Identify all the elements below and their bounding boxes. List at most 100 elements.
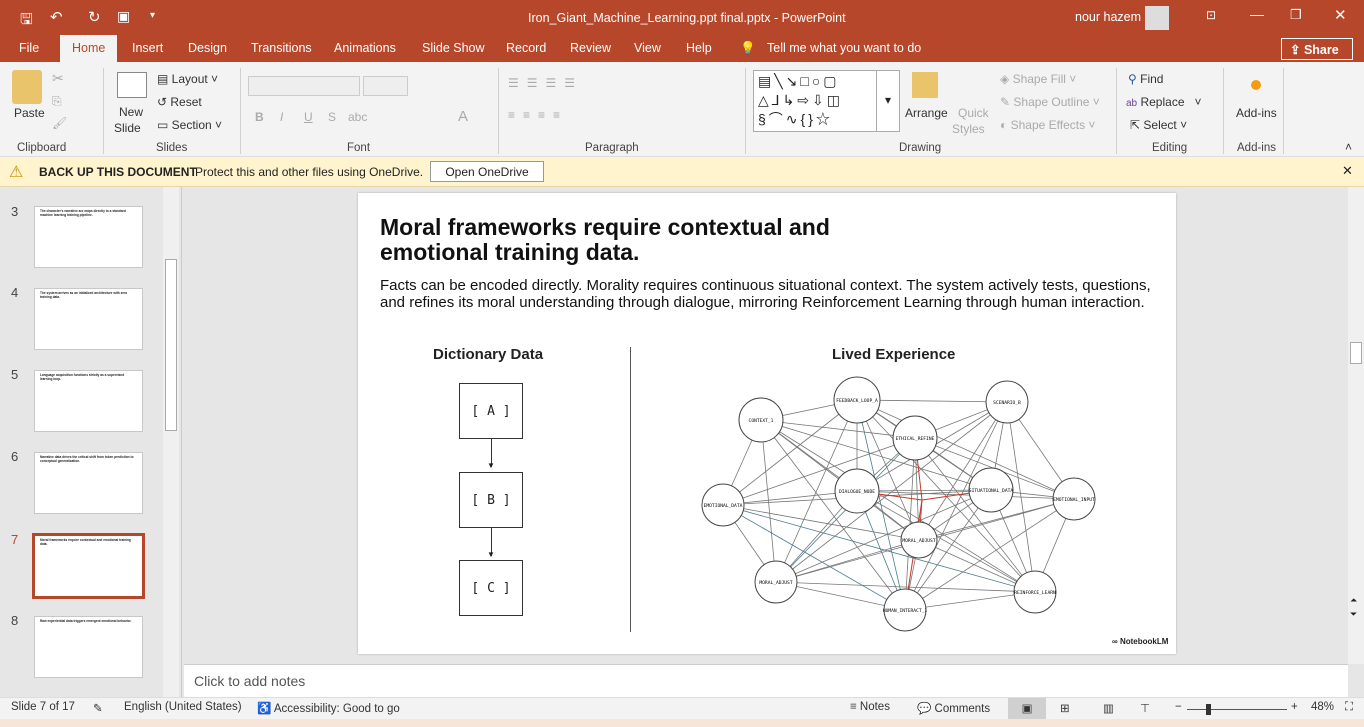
add-ins-button[interactable]: Add-ins xyxy=(1236,106,1277,120)
shape-outline-button[interactable]: ✎ Shape Outline ˅ xyxy=(1000,95,1100,109)
arrange-button[interactable]: Arrange xyxy=(905,106,948,120)
normal-view-icon[interactable]: ▣ xyxy=(1008,698,1046,720)
tab-transitions[interactable]: Transitions xyxy=(251,41,312,55)
cut-icon[interactable]: ✂ xyxy=(52,70,64,87)
accessibility-button[interactable]: ♿ Accessibility: Good to go xyxy=(257,701,400,715)
quick-styles-button[interactable]: Quick xyxy=(958,106,989,120)
ribbon-display-icon[interactable]: ⊡ xyxy=(1206,8,1216,22)
user-name[interactable]: nour hazem xyxy=(1075,10,1141,24)
shadow-icon[interactable]: S xyxy=(328,110,336,124)
group-clipboard: Clipboard xyxy=(17,142,67,154)
zoom-out-button[interactable]: − xyxy=(1175,701,1182,713)
bold-icon[interactable]: B xyxy=(255,110,264,124)
list-icons[interactable]: ☰☰☰☰ xyxy=(508,76,583,90)
graph-node-label: SCENARIO_B xyxy=(993,400,1021,406)
tab-animations[interactable]: Animations xyxy=(334,41,396,55)
save-icon[interactable]: 🖫 xyxy=(20,9,33,34)
scroll-thumb[interactable] xyxy=(165,259,177,431)
strikethrough-icon[interactable]: abc xyxy=(348,110,367,124)
tab-design[interactable]: Design xyxy=(188,41,227,55)
avatar[interactable] xyxy=(1145,6,1169,30)
tab-file[interactable]: File xyxy=(19,41,39,55)
slide-show-icon[interactable]: ⊤ xyxy=(1140,701,1150,715)
spell-check-icon[interactable]: ✎ xyxy=(93,701,103,715)
zoom-slider[interactable] xyxy=(1187,704,1287,715)
notebooklm-logo: ∞ NotebookLM xyxy=(1112,637,1169,646)
prev-slide-icon[interactable]: ⏶ xyxy=(1350,595,1357,606)
select-button[interactable]: ⇱ Select ˅ xyxy=(1130,118,1187,132)
arrange-icon[interactable] xyxy=(912,72,938,98)
font-name-input[interactable] xyxy=(248,76,360,96)
thumbnail-slide-8[interactable]: Raw experiential data triggers emergent … xyxy=(34,616,143,678)
undo-icon[interactable]: ↶ xyxy=(50,8,63,26)
tell-me-search[interactable]: Tell me what you want to do xyxy=(767,41,921,55)
slide-canvas[interactable]: Moral frameworks require contextual and … xyxy=(358,193,1176,654)
slide-sorter-icon[interactable]: ⊞ xyxy=(1060,701,1070,715)
paste-button[interactable]: Paste xyxy=(14,106,45,120)
close-icon[interactable]: ✕ xyxy=(1334,6,1347,24)
thumbnails-scrollbar[interactable] xyxy=(163,187,179,697)
maximize-icon[interactable]: ❐ xyxy=(1290,7,1302,23)
thumbnail-slide-7-selected[interactable]: Moral frameworks require contextual and … xyxy=(32,533,145,599)
lightbulb-icon: 💡 xyxy=(740,41,756,55)
paste-icon[interactable] xyxy=(12,70,42,104)
shape-effects-button[interactable]: ◐ Shape Effects ˅ xyxy=(1000,118,1095,132)
new-slide-label[interactable]: Slide xyxy=(114,121,141,135)
italic-icon[interactable]: I xyxy=(280,110,283,124)
copy-icon[interactable]: ⎘ xyxy=(52,94,62,109)
notes-input[interactable]: Click to add notes xyxy=(184,664,1348,697)
tab-slide-show[interactable]: Slide Show xyxy=(422,41,485,55)
thumbnail-slide-4[interactable]: The system arrives as an initialized arc… xyxy=(34,288,143,350)
gallery-more-icon[interactable]: ▾ xyxy=(876,70,900,132)
font-size-input[interactable] xyxy=(363,76,408,96)
new-slide-icon[interactable] xyxy=(117,72,147,98)
underline-icon[interactable]: U xyxy=(304,110,313,124)
shape-fill-button[interactable]: ◈ Shape Fill ˅ xyxy=(1000,72,1076,86)
redo-icon[interactable]: ↻ xyxy=(88,8,101,26)
section-button[interactable]: ▭ Section ˅ xyxy=(157,118,222,132)
graph-edge xyxy=(856,399,1075,500)
zoom-slider-thumb[interactable] xyxy=(1206,704,1212,715)
thumbnail-slide-6[interactable]: Narrative data drives the critical shift… xyxy=(34,452,143,514)
thumbnail-slide-3[interactable]: The character's narrative arc maps direc… xyxy=(34,206,143,268)
tab-help[interactable]: Help xyxy=(686,41,712,55)
add-ins-icon[interactable] xyxy=(1251,80,1261,90)
align-icons[interactable]: ≡≡≡≡ xyxy=(508,108,568,122)
tab-view[interactable]: View xyxy=(634,41,661,55)
close-message-icon[interactable]: ✕ xyxy=(1342,163,1353,179)
format-painter-icon[interactable]: 🖌 xyxy=(52,116,67,130)
slide-thumbnails-pane: 3 The character's narrative arc maps dir… xyxy=(0,187,182,697)
next-slide-icon[interactable]: ⏷ xyxy=(1350,609,1357,620)
taskbar-strip xyxy=(0,719,1364,727)
reading-view-icon[interactable]: ▥ xyxy=(1103,701,1114,715)
minimize-icon[interactable]: — xyxy=(1250,6,1264,22)
message-bar: ⚠ BACK UP THIS DOCUMENT Protect this and… xyxy=(0,157,1364,187)
network-graph: CONTEXT_1 FEEDBACK_LOOP_A SCENARIO_B ETHICA… xyxy=(701,376,1096,632)
zoom-in-button[interactable]: + xyxy=(1291,701,1298,713)
find-button[interactable]: ⚲ Find xyxy=(1128,72,1163,86)
present-icon[interactable]: ▣ xyxy=(117,8,130,25)
message-title: BACK UP THIS DOCUMENT xyxy=(39,165,197,179)
scroll-thumb[interactable] xyxy=(1350,342,1362,364)
open-onedrive-button[interactable]: Open OneDrive xyxy=(430,161,544,182)
replace-button[interactable]: ab Replace ˅ xyxy=(1126,95,1202,109)
editor-scrollbar[interactable]: ⏶ ⏷ xyxy=(1348,187,1364,664)
language-button[interactable]: English (United States) xyxy=(124,701,242,713)
font-color-icon[interactable]: A xyxy=(458,108,468,125)
layout-button[interactable]: ▤ Layout ˅ xyxy=(157,72,218,86)
thumbnail-slide-5[interactable]: Language acquisition functions strictly … xyxy=(34,370,143,432)
tab-record[interactable]: Record xyxy=(506,41,546,55)
tab-home[interactable]: Home xyxy=(60,35,118,62)
tab-review[interactable]: Review xyxy=(570,41,611,55)
customize-qat-icon[interactable]: ▾ xyxy=(150,10,155,21)
fit-to-window-icon[interactable]: ⛶ xyxy=(1345,701,1353,714)
share-button[interactable]: ⇪ Share xyxy=(1281,38,1353,60)
comments-button[interactable]: 💬 Comments xyxy=(917,701,990,715)
reset-button[interactable]: ↺ Reset xyxy=(157,95,202,109)
collapse-ribbon-icon[interactable]: ˄ xyxy=(1345,140,1352,154)
zoom-level[interactable]: 48% xyxy=(1311,701,1334,713)
quick-styles-label[interactable]: Styles xyxy=(952,122,985,136)
tab-insert[interactable]: Insert xyxy=(132,41,163,55)
notes-button[interactable]: ≡ Notes xyxy=(850,701,890,713)
new-slide-button[interactable]: New xyxy=(119,105,143,119)
